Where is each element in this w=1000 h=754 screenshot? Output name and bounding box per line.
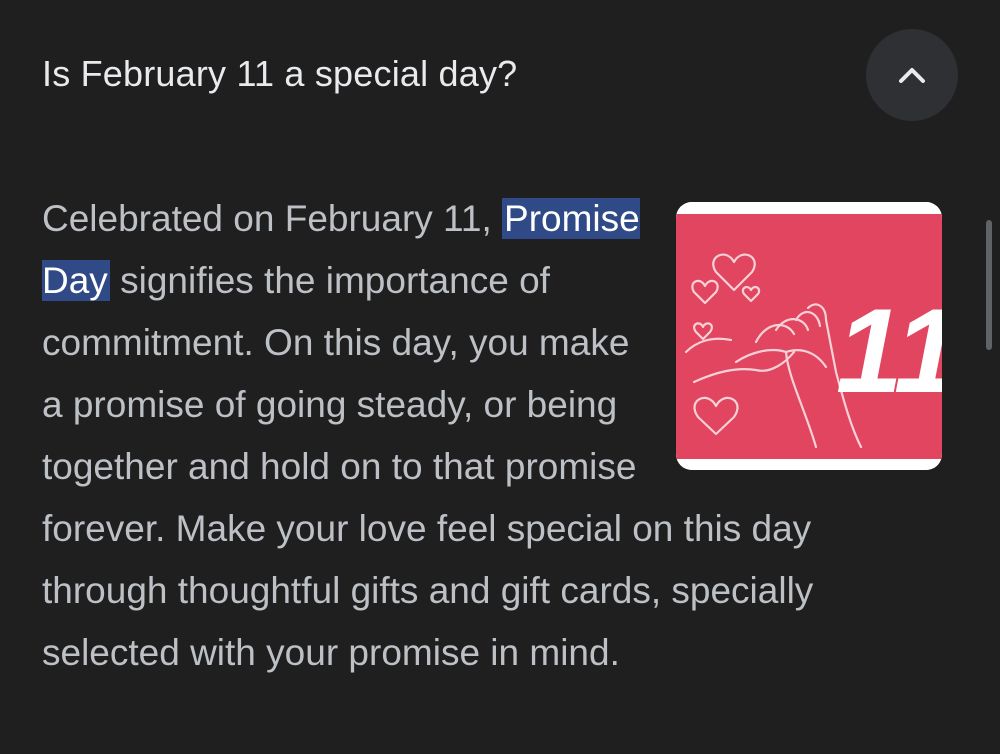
faq-question[interactable]: Is February 11 a special day? <box>42 50 517 98</box>
scrollbar-thumb[interactable] <box>986 220 992 350</box>
chevron-up-icon <box>892 55 932 95</box>
faq-card: Is February 11 a special day? 1 Celebrat… <box>0 0 1000 754</box>
faq-answer: 11 Celebrated on February 11, Promise Da… <box>42 188 942 684</box>
answer-text-start: Celebrated on February 11, <box>42 198 503 239</box>
collapse-button[interactable] <box>866 29 958 121</box>
thumbnail-label: 11 <box>836 284 942 418</box>
promise-day-image[interactable]: 11 <box>676 202 942 470</box>
